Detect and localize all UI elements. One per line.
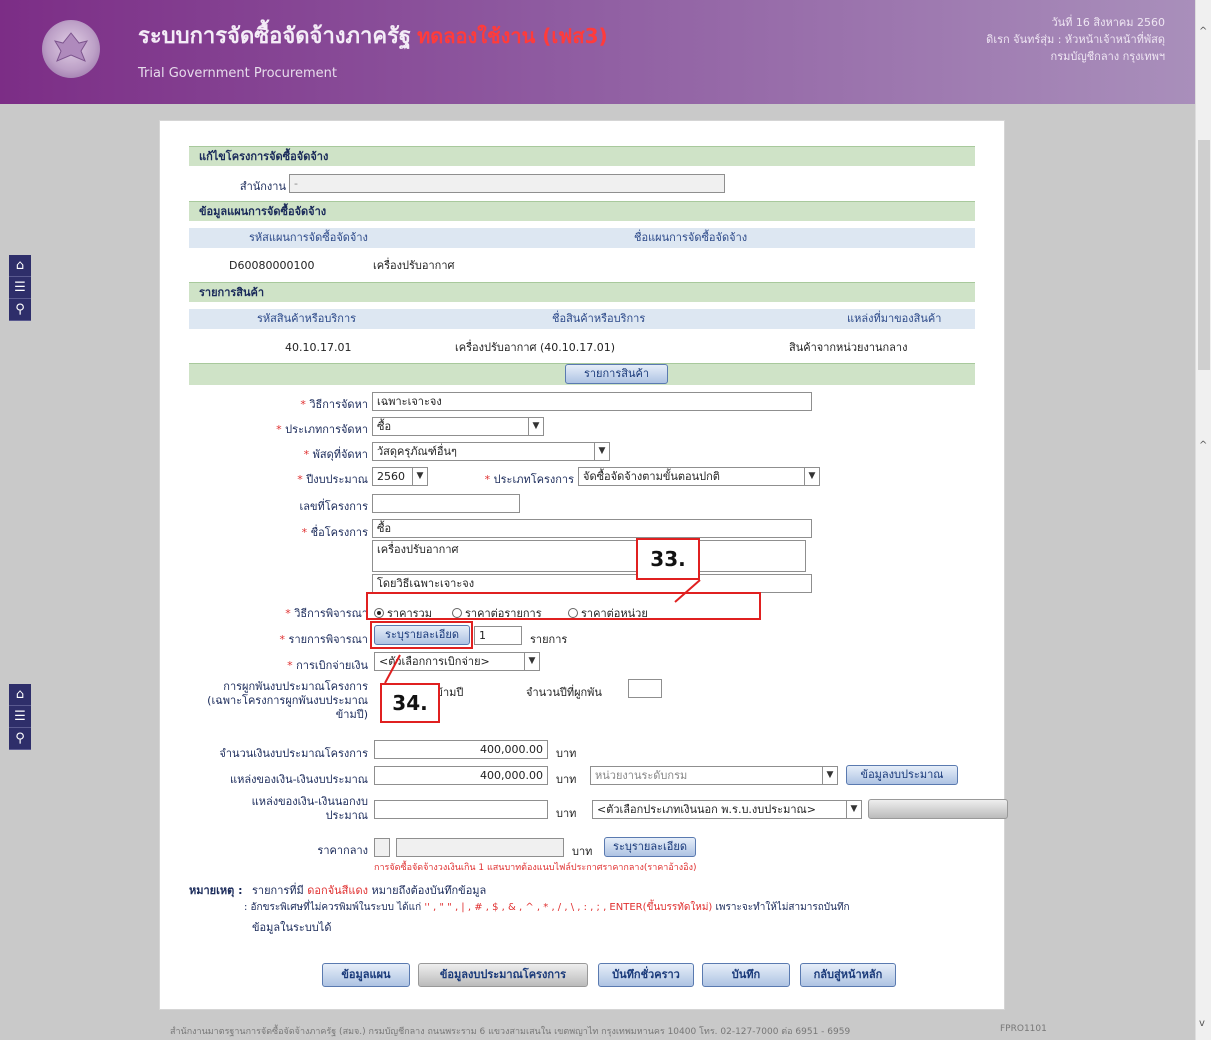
- page-code: FPRO1101: [1000, 1024, 1047, 1034]
- annotation-arrows: [384, 579, 701, 684]
- page-footer: สำนักงานมาตรฐานการจัดซื้อจัดจ้างภาครัฐ (…: [170, 1024, 1047, 1037]
